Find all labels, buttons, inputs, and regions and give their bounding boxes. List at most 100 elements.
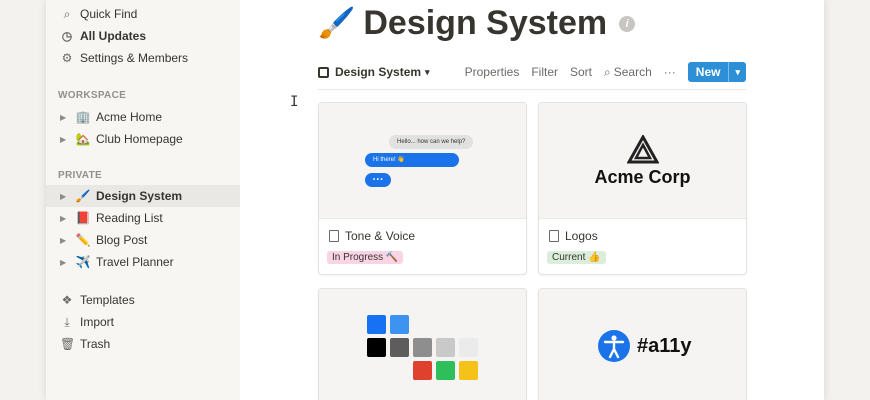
search-label: Search: [613, 64, 652, 79]
color-swatch: [367, 315, 386, 334]
accessibility-icon: [598, 330, 630, 362]
sidebar: ⌕ Quick Find ◷ All Updates ⚙ Settings & …: [46, 0, 240, 400]
new-button[interactable]: New: [688, 62, 730, 82]
search-icon: ⌕: [63, 6, 71, 21]
gallery-card-a11y[interactable]: #a11y: [538, 288, 747, 400]
document-icon: [329, 230, 339, 242]
color-swatch: [390, 338, 409, 357]
new-dropdown-button[interactable]: ▾: [729, 62, 746, 82]
sidebar-item-label: Reading List: [96, 211, 163, 225]
templates-icon: ❖: [61, 293, 73, 307]
color-swatch: [459, 361, 478, 380]
search-button[interactable]: ⌕ Search: [604, 65, 652, 80]
toolbar-actions: Properties Filter Sort ⌕ Search ··· New ▾: [453, 62, 746, 82]
sidebar-item-templates[interactable]: ❖ Templates: [46, 289, 240, 311]
sidebar-item-label: Trash: [80, 337, 111, 351]
color-swatch: [390, 315, 409, 334]
app-window: ⌕ Quick Find ◷ All Updates ⚙ Settings & …: [46, 0, 824, 400]
card-cover: Acme Corp: [539, 103, 746, 219]
sort-button[interactable]: Sort: [570, 65, 592, 79]
gallery-card-colors[interactable]: [318, 288, 527, 400]
sidebar-item-import[interactable]: ⤓ Import: [46, 311, 240, 333]
new-button-group: New ▾: [687, 62, 746, 82]
expand-triangle-icon[interactable]: ▶: [60, 236, 70, 245]
card-cover: Hello... how can we help? Hi there! 👋 • …: [319, 103, 526, 219]
expand-triangle-icon[interactable]: ▶: [60, 192, 70, 201]
filter-button[interactable]: Filter: [531, 65, 558, 79]
properties-button[interactable]: Properties: [465, 65, 520, 79]
page-emoji-icon: 🖌️: [75, 189, 91, 203]
toolbar-divider: [318, 89, 746, 90]
sidebar-item-acme-home[interactable]: ▶ 🏢 Acme Home: [46, 106, 240, 128]
chat-bubble-outgoing: Hi there! 👋: [365, 153, 459, 167]
color-swatch: [367, 338, 386, 357]
search-icon: ⌕: [604, 64, 611, 79]
page-title-text[interactable]: Design System: [363, 4, 607, 43]
expand-triangle-icon[interactable]: ▶: [60, 113, 70, 122]
sidebar-item-settings[interactable]: ⚙ Settings & Members: [46, 47, 240, 69]
expand-triangle-icon[interactable]: ▶: [60, 258, 70, 267]
gallery-card-tone-voice[interactable]: Hello... how can we help? Hi there! 👋 • …: [318, 102, 527, 275]
document-icon: [549, 230, 559, 242]
view-switcher[interactable]: Design System ▾: [318, 65, 430, 79]
trash-icon: 🗑: [60, 337, 76, 351]
sidebar-item-label: Design System: [96, 189, 183, 203]
color-swatch: [436, 338, 455, 357]
chat-typing-indicator: • • •: [365, 173, 391, 187]
a11y-label: #a11y: [637, 335, 692, 357]
import-icon: ⤓: [64, 314, 70, 329]
card-title-text: Logos: [565, 229, 598, 243]
page-emoji-icon: ✈️: [75, 255, 91, 269]
workspace-section-label: WORKSPACE: [58, 90, 127, 101]
sidebar-item-trash[interactable]: 🗑 Trash: [46, 333, 240, 355]
acme-logo-icon: [627, 135, 659, 164]
view-name: Design System: [335, 65, 422, 79]
sidebar-item-design-system[interactable]: ▶ 🖌️ Design System: [46, 185, 240, 207]
color-swatch: [413, 361, 432, 380]
chevron-down-icon: ▾: [425, 66, 430, 77]
private-section-label: PRIVATE: [58, 170, 102, 181]
sidebar-item-label: Quick Find: [80, 7, 138, 21]
sidebar-item-travel-planner[interactable]: ▶ ✈️ Travel Planner: [46, 251, 240, 273]
sidebar-item-label: Blog Post: [96, 233, 148, 247]
text-cursor-icon: I: [290, 94, 299, 110]
sidebar-item-label: Acme Home: [96, 110, 163, 124]
expand-triangle-icon[interactable]: ▶: [60, 214, 70, 223]
logo-wordmark: Acme Corp: [594, 167, 691, 187]
gallery-card-logos[interactable]: Acme Corp Logos Current 👍: [538, 102, 747, 275]
sidebar-item-blog-post[interactable]: ▶ ✏️ Blog Post: [46, 229, 240, 251]
sidebar-item-label: Templates: [80, 293, 135, 307]
page-emoji-icon[interactable]: 🖌️: [318, 6, 355, 41]
page-emoji-icon: 📕: [75, 211, 91, 225]
expand-triangle-icon[interactable]: ▶: [60, 135, 70, 144]
sidebar-item-club-homepage[interactable]: ▶ 🏡 Club Homepage: [46, 128, 240, 150]
more-button[interactable]: ···: [664, 65, 676, 79]
info-icon[interactable]: i: [619, 15, 636, 32]
color-swatch: [413, 338, 432, 357]
sidebar-item-label: All Updates: [80, 29, 147, 43]
card-cover: #a11y: [539, 289, 746, 400]
page-emoji-icon: 🏢: [75, 110, 91, 124]
gallery-grid-icon: [318, 66, 329, 78]
database-toolbar: Design System ▾ Properties Filter Sort ⌕…: [318, 60, 746, 84]
card-cover: [319, 289, 526, 400]
sidebar-item-label: Settings & Members: [80, 51, 189, 65]
main-content: 🖌️ Design System i Design System ▾ Prope…: [240, 0, 824, 400]
sidebar-item-quick-find[interactable]: ⌕ Quick Find: [46, 3, 240, 25]
status-badge: In Progress 🔨: [327, 251, 404, 264]
sidebar-item-label: Club Homepage: [96, 132, 183, 146]
sidebar-item-reading-list[interactable]: ▶ 📕 Reading List: [46, 207, 240, 229]
page-emoji-icon: ✏️: [75, 233, 91, 247]
page-emoji-icon: 🏡: [75, 132, 91, 146]
status-badge: Current 👍: [547, 251, 606, 264]
chat-bubble-incoming: Hello... how can we help?: [389, 135, 474, 149]
card-title-text: Tone & Voice: [345, 229, 416, 243]
color-swatch: [436, 361, 455, 380]
clock-icon: ◷: [61, 29, 73, 43]
gear-icon: ⚙: [61, 51, 73, 65]
card-title: Logos: [549, 229, 598, 243]
sidebar-item-all-updates[interactable]: ◷ All Updates: [46, 25, 240, 47]
page-title[interactable]: 🖌️ Design System i: [318, 4, 636, 43]
color-swatch: [459, 338, 478, 357]
card-title: Tone & Voice: [329, 229, 415, 243]
